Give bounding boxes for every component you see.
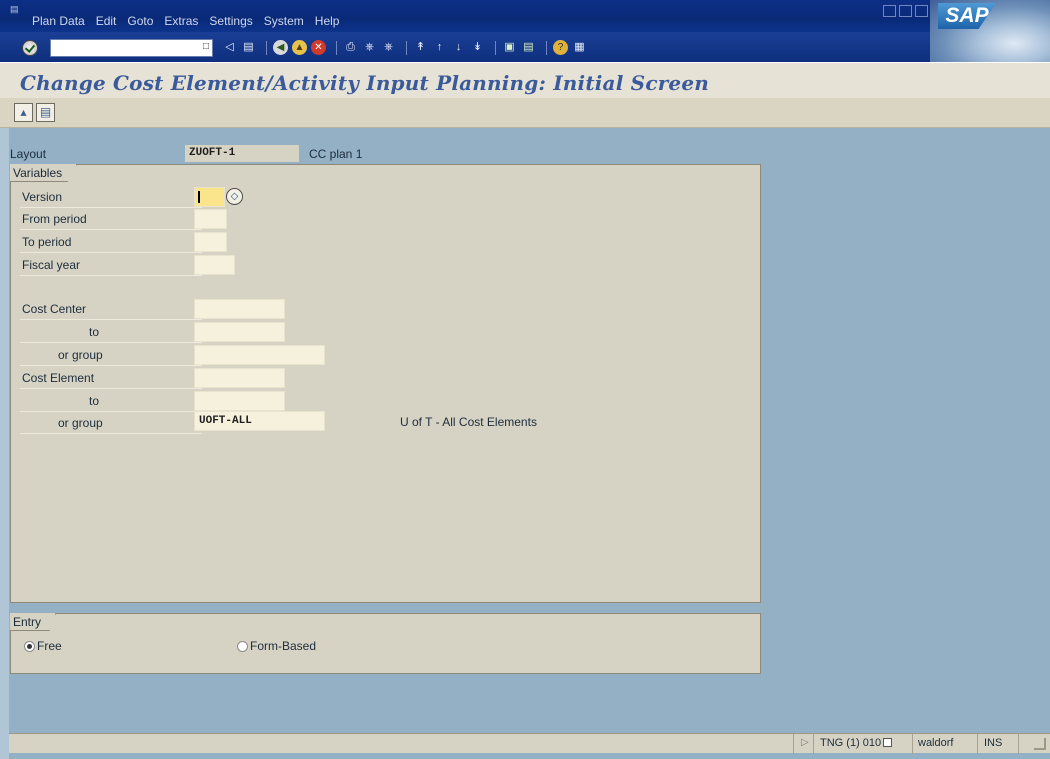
save-icon[interactable]: ▤ [241, 40, 256, 55]
close-icon[interactable] [915, 5, 928, 17]
toolbar-separator [546, 40, 547, 55]
title-bar: Change Cost Element/Activity Input Plann… [0, 62, 1050, 98]
exit-icon[interactable]: ▲ [292, 40, 307, 55]
fiscal-year-field[interactable] [194, 255, 235, 275]
system-info-text: TNG (1) 010 [820, 737, 882, 749]
layout-label: Layout [10, 147, 47, 161]
page-title: Change Cost Element/Activity Input Plann… [20, 71, 710, 95]
cost-center-to-label: to [20, 321, 202, 343]
toolbar-separator [495, 40, 496, 55]
last-page-icon[interactable]: ↡ [470, 40, 485, 55]
entry-group-title: Entry [10, 613, 57, 631]
menu-goto[interactable]: Goto [127, 14, 153, 28]
cost-center-group-field[interactable] [194, 345, 325, 365]
to-period-label: To period [20, 231, 202, 253]
minimize-icon[interactable] [883, 5, 896, 17]
cost-element-group-description: U of T - All Cost Elements [400, 415, 537, 429]
menu-bar: ▤ Plan Data Edit Goto Extras Settings Sy… [0, 0, 1050, 32]
resize-grip-icon[interactable] [1034, 738, 1046, 750]
next-page-icon[interactable]: ↓ [451, 40, 466, 55]
back-icon[interactable]: ◀ [273, 40, 288, 55]
menu-edit[interactable]: Edit [96, 14, 117, 28]
entry-group: Entry Free Form-Based [10, 613, 761, 674]
menu-extras[interactable]: Extras [164, 14, 198, 28]
application-toolbar: ▴ ▤ [0, 98, 1050, 128]
find-icon[interactable]: ⎈ [362, 40, 377, 55]
standard-toolbar: □ ◁ ▤ ◀ ▲ ✕ ⎙ ⎈ ⎈ ↟ ↑ ↓ ↡ ▣ ▤ ? ▦ [0, 32, 930, 62]
window-controls [883, 5, 928, 17]
toolbar-icons: ◁ ▤ ◀ ▲ ✕ ⎙ ⎈ ⎈ ↟ ↑ ↓ ↡ ▣ ▤ ? ▦ [222, 40, 591, 55]
system-menu-icon[interactable]: ▤ [10, 4, 20, 14]
menu-list: Plan Data Edit Goto Extras Settings Syst… [32, 14, 350, 28]
system-list-icon[interactable] [883, 738, 893, 747]
cost-element-group-label: or group [20, 412, 202, 434]
status-message [9, 734, 794, 754]
cost-element-to-label: to [20, 390, 202, 412]
menu-system[interactable]: System [264, 14, 304, 28]
enter-icon[interactable] [22, 40, 38, 56]
layout-description: CC plan 1 [309, 147, 363, 161]
server-name: waldorf [912, 734, 959, 754]
layout-value: ZUOFT-1 [185, 145, 299, 162]
cost-element-field[interactable] [194, 368, 285, 388]
status-bar: ▷ TNG (1) 010 waldorf INS [9, 733, 1050, 754]
entry-free-radio[interactable] [24, 641, 35, 652]
cancel-icon[interactable]: ✕ [311, 40, 326, 55]
variables-group-title: Variables [10, 164, 78, 182]
from-period-label: From period [20, 208, 202, 230]
variables-group: Variables Version ◇ From period To perio… [10, 164, 761, 603]
text-cursor [198, 191, 200, 203]
version-search-help-icon[interactable]: ◇ [226, 188, 243, 205]
toolbar-separator [266, 40, 267, 55]
entry-free-label: Free [37, 639, 62, 653]
menu-plan-data[interactable]: Plan Data [32, 14, 85, 28]
version-label: Version [20, 186, 202, 208]
version-field[interactable] [194, 187, 225, 207]
fiscal-year-label: Fiscal year [20, 254, 202, 276]
previous-page-icon[interactable]: ↑ [432, 40, 447, 55]
system-info: TNG (1) 010 [813, 734, 898, 754]
print-icon[interactable]: ⎙ [343, 40, 358, 55]
sap-logo: SAP [938, 3, 996, 29]
create-session-icon[interactable]: ▣ [502, 40, 517, 55]
scroll-left-icon[interactable]: ◁ [222, 40, 237, 55]
entry-form-based-label: Form-Based [250, 639, 317, 653]
from-period-field[interactable] [194, 209, 227, 229]
shortcut-icon[interactable]: ▤ [521, 40, 536, 55]
cost-center-to-field[interactable] [194, 322, 285, 342]
sap-logo-area: SAP [930, 0, 1050, 62]
layout-row: Layout ZUOFT-1 CC plan 1 [10, 145, 765, 162]
toolbar-separator [336, 40, 337, 55]
help-icon[interactable]: ? [553, 40, 568, 55]
insert-mode: INS [977, 734, 1019, 754]
customize-layout-icon[interactable]: ▦ [572, 40, 587, 55]
cost-element-label: Cost Element [20, 367, 202, 389]
cost-center-group-label: or group [20, 344, 202, 366]
overview-icon[interactable]: ▤ [36, 103, 55, 122]
menu-help[interactable]: Help [315, 14, 340, 28]
first-page-icon[interactable]: ↟ [413, 40, 428, 55]
maximize-icon[interactable] [899, 5, 912, 17]
toolbar-separator [406, 40, 407, 55]
entry-form-based-radio[interactable] [237, 641, 248, 652]
status-expand-icon[interactable]: ▷ [801, 737, 809, 748]
cost-element-to-field[interactable] [194, 391, 285, 411]
to-period-field[interactable] [194, 232, 227, 252]
command-field[interactable]: □ [50, 39, 213, 57]
find-next-icon[interactable]: ⎈ [381, 40, 396, 55]
cost-center-field[interactable] [194, 299, 285, 319]
cost-element-group-field[interactable]: UOFT-ALL [194, 411, 325, 431]
menu-settings[interactable]: Settings [209, 14, 252, 28]
left-edge [0, 128, 9, 759]
cost-center-label: Cost Center [20, 298, 202, 320]
user-settings-icon[interactable]: ▴ [14, 103, 33, 122]
command-history-icon[interactable]: □ [203, 42, 209, 53]
